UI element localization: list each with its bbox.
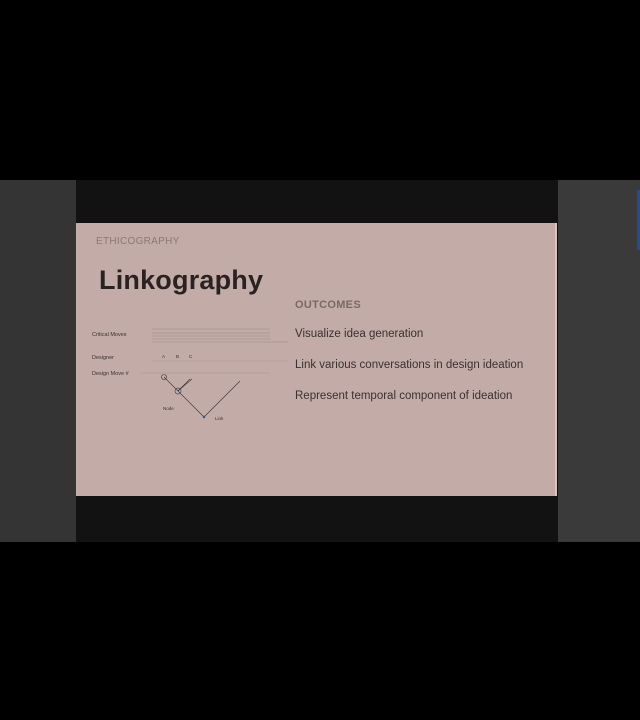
critical-moves-label: Critical Moves xyxy=(92,332,127,338)
outcomes-section: OUTCOMES Visualize idea generation Link … xyxy=(295,299,550,420)
designer-column-a: A xyxy=(162,354,165,359)
right-participant-panel xyxy=(558,180,640,542)
link-label: Link xyxy=(215,416,224,421)
linkography-diagram: Critical Moves Designer A B C Design Mov… xyxy=(92,328,288,421)
outcome-item: Link various conversations in design ide… xyxy=(295,359,524,371)
design-move-label: Design Move # xyxy=(92,371,130,377)
presentation-stage: ETHICOGRAPHY Linkography Critical Moves … xyxy=(76,180,558,542)
node-label: Node xyxy=(163,406,174,411)
designer-label: Designer xyxy=(92,355,114,361)
link-endpoint xyxy=(202,415,206,419)
left-participant-panel xyxy=(0,180,76,542)
slide: ETHICOGRAPHY Linkography Critical Moves … xyxy=(76,223,557,496)
slide-eyebrow: ETHICOGRAPHY xyxy=(96,236,180,247)
outcome-item: Visualize idea generation xyxy=(295,328,424,340)
critical-moves-lines xyxy=(152,328,288,343)
designer-column-c: C xyxy=(189,354,193,359)
outcome-item: Represent temporal component of ideation xyxy=(295,390,513,402)
designer-column-b: B xyxy=(176,354,179,359)
link-lines xyxy=(163,376,241,418)
outcomes-heading: OUTCOMES xyxy=(295,299,361,311)
video-frame: ETHICOGRAPHY Linkography Critical Moves … xyxy=(0,180,640,542)
slide-title: Linkography xyxy=(99,265,264,295)
